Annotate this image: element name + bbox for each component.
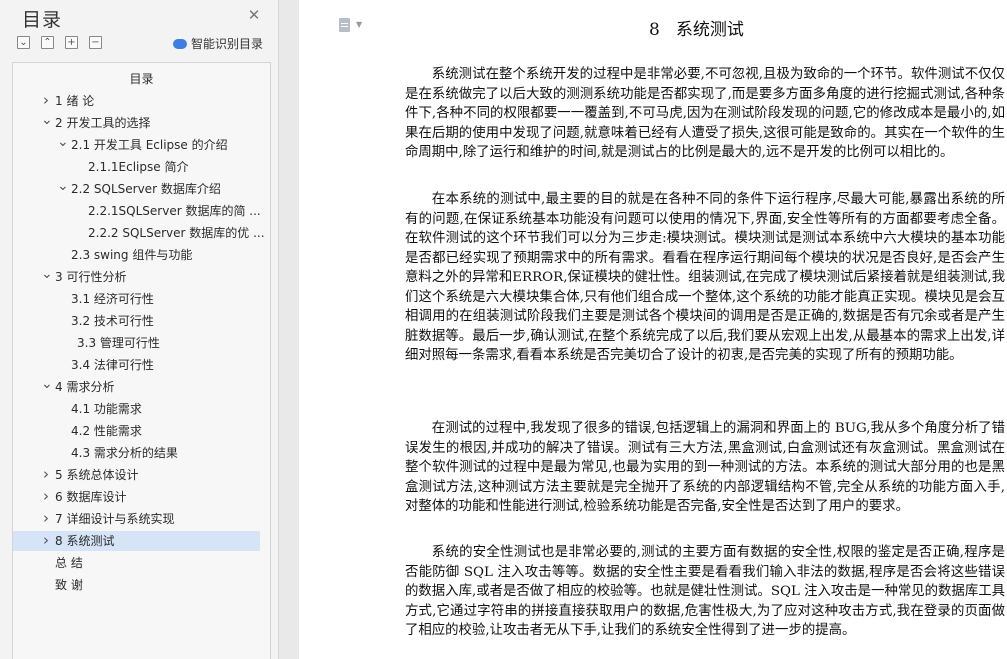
toc-item[interactable]: › 1 绪 论: [13, 91, 260, 111]
toc-item[interactable]: ⌄ 2.1 开发工具 Eclipse 的介绍: [13, 135, 260, 155]
chevron-right-icon[interactable]: ›: [41, 91, 51, 111]
toc-item-label: 2.1.1Eclipse 简介: [88, 160, 189, 174]
toc-item-label: 2.1 开发工具 Eclipse 的介绍: [71, 138, 228, 152]
chevron-down-icon[interactable]: ⌄: [41, 267, 53, 287]
toc-item-label: 7 详细设计与系统实现: [55, 512, 175, 526]
toc-item[interactable]: 4.2 性能需求: [13, 421, 260, 441]
toc-item[interactable]: 4.1 功能需求: [13, 399, 260, 419]
toc-item-label: 2.2 SQLServer 数据库介绍: [71, 182, 221, 196]
toc-item[interactable]: 2.3 swing 组件与功能: [13, 245, 260, 265]
toc-header: 目录: [129, 72, 154, 86]
paragraph: 在测试的过程中,我发现了很多的错误,包括逻辑上的漏洞和界面上的 BUG,我从多个…: [405, 421, 1005, 514]
toc-item[interactable]: › 6 数据库设计: [13, 487, 260, 507]
toc-item[interactable]: 2.1.1Eclipse 简介: [13, 157, 260, 177]
toc-item[interactable]: 3.2 技术可行性: [13, 311, 260, 331]
toc-sidebar: 目录 ✕ ⌄ ⌃ + − 智能识别目录 目录 › 1 绪 论 ⌄ 2 开发工具的选择 ⌄…: [0, 0, 279, 659]
toc-item-label: 5 系统总体设计: [55, 468, 139, 482]
toc-item-label: 6 数据库设计: [55, 490, 127, 504]
toc-item[interactable]: › 7 详细设计与系统实现: [13, 509, 260, 529]
chevron-down-icon[interactable]: ⌄: [57, 179, 69, 199]
sidebar-title: 目录: [22, 9, 63, 31]
collapse-all-icon[interactable]: ⌃: [41, 36, 54, 49]
toc-item[interactable]: 3.4 法律可行性: [13, 355, 260, 375]
document-page: ▼ 8 系统测试 系统测试在整个系统开发的过程中是非常必要,不可忽视,且极为致命的…: [299, 0, 1007, 659]
toc-item-label: 2 开发工具的选择: [55, 116, 151, 130]
remove-icon[interactable]: −: [89, 36, 102, 49]
toc-item-label: 总 结: [55, 556, 83, 570]
chevron-down-icon[interactable]: ▼: [356, 20, 362, 29]
toc-item[interactable]: 2.2.2 SQLServer 数据库的优 ...: [13, 223, 265, 243]
toc-item-label: 8 系统测试: [55, 534, 115, 548]
toc-item[interactable]: ⌄ 2 开发工具的选择: [13, 113, 260, 133]
cloud-icon: [173, 38, 187, 49]
toc-item[interactable]: 4.3 需求分析的结果: [13, 443, 260, 463]
chevron-down-icon[interactable]: ⌄: [57, 135, 69, 155]
toc-toolbar: ⌄ ⌃ + − 智能识别目录: [16, 35, 266, 52]
toc-item[interactable]: › 8 系统测试: [13, 531, 260, 551]
toc-item-label: 4.2 性能需求: [71, 424, 142, 438]
toc-item[interactable]: 致 谢: [13, 575, 260, 595]
paragraph: 在本系统的测试中,最主要的目的就是在各种不同的条件下运行程序,尽最大可能,暴露出…: [405, 192, 1005, 363]
chevron-down-icon[interactable]: ⌄: [41, 377, 53, 397]
toc-item-label: 3.4 法律可行性: [71, 358, 154, 372]
toc-item-label: 3 可行性分析: [55, 270, 127, 284]
toc-item-label: 4 需求分析: [55, 380, 115, 394]
smart-toc-button[interactable]: 智能识别目录: [173, 35, 263, 52]
chevron-down-icon[interactable]: ⌄: [41, 113, 53, 133]
chevron-right-icon[interactable]: ›: [41, 509, 51, 529]
toc-item-label: 致 谢: [55, 578, 83, 592]
toc-item[interactable]: 3.3 管理可行性: [13, 333, 260, 353]
toc-item-label: 4.3 需求分析的结果: [71, 446, 178, 460]
toc-item[interactable]: › 5 系统总体设计: [13, 465, 260, 485]
close-icon[interactable]: ✕: [246, 7, 262, 23]
add-icon[interactable]: +: [65, 36, 78, 49]
toc-item[interactable]: 3.1 经济可行性: [13, 289, 260, 309]
toc-item-label: 2.2.1SQLServer 数据库的简 ...: [88, 204, 261, 218]
page-title: 8 系统测试: [649, 20, 744, 40]
chevron-right-icon[interactable]: ›: [41, 487, 51, 507]
toc-item[interactable]: ⌄ 2.2 SQLServer 数据库介绍: [13, 179, 260, 199]
toc-item-label: 1 绪 论: [55, 94, 95, 108]
paragraph: 系统的安全性测试也是非常必要的,测试的主要方面有数据的安全性,权限的鉴定是否正确…: [405, 545, 1005, 638]
toc-item[interactable]: ⌄ 3 可行性分析: [13, 267, 260, 287]
document-icon[interactable]: [339, 18, 350, 32]
chevron-right-icon[interactable]: ›: [41, 531, 51, 551]
toc-item-label: 2.2.2 SQLServer 数据库的优 ...: [88, 226, 265, 240]
toc-item[interactable]: ⌄ 4 需求分析: [13, 377, 260, 397]
toc-item-label: 3.3 管理可行性: [77, 336, 160, 350]
toc-item[interactable]: 总 结: [13, 553, 260, 573]
paragraph: 系统测试在整个系统开发的过程中是非常必要,不可忽视,且极为致命的一个环节。软件测…: [405, 67, 1005, 160]
toc-item[interactable]: 2.2.1SQLServer 数据库的简 ...: [13, 201, 261, 221]
toc-item-label: 3.1 经济可行性: [71, 292, 154, 306]
expand-all-icon[interactable]: ⌄: [17, 36, 30, 49]
toc-item-label: 2.3 swing 组件与功能: [71, 248, 193, 262]
toc-item-label: 4.1 功能需求: [71, 402, 142, 416]
chevron-right-icon[interactable]: ›: [41, 465, 51, 485]
toc-tree: 目录 › 1 绪 论 ⌄ 2 开发工具的选择 ⌄ 2.1 开发工具 Eclipse 的介绍…: [12, 62, 271, 659]
toc-item-label: 3.2 技术可行性: [71, 314, 154, 328]
